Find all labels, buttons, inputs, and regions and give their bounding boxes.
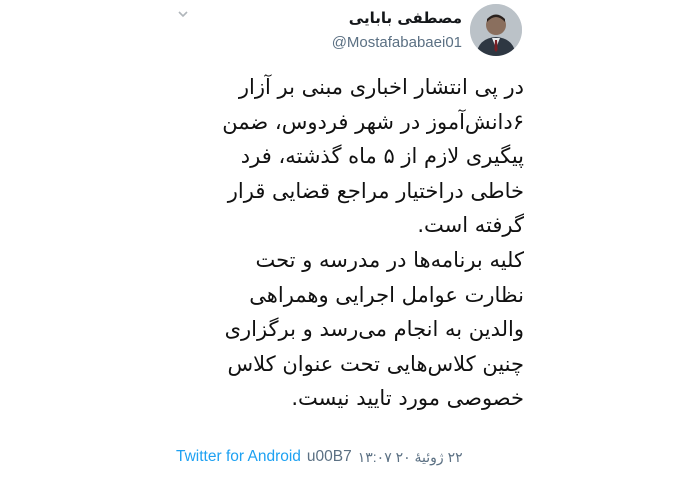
- tweet-source-link[interactable]: Twitter for Android: [176, 448, 301, 466]
- author-handle[interactable]: @Mostafababaei01: [332, 32, 462, 54]
- author-display-name[interactable]: مصطفی بابایی: [332, 8, 462, 28]
- chevron-down-icon-glyph: [178, 11, 188, 18]
- avatar-image: [470, 4, 522, 56]
- tweet-text: در پی انتشار اخباری مبنی بر آزار ۶دانش‌آ…: [222, 75, 524, 411]
- chevron-down-icon[interactable]: [176, 8, 190, 22]
- tweet-meta: Twitter for Android u00B7 ۲۲ ژوئیهٔ ۲۰ ۱…: [176, 448, 524, 466]
- avatar[interactable]: [470, 4, 522, 56]
- author-names: مصطفی بابایی @Mostafababaei01: [332, 8, 462, 54]
- tweet-card: مصطفی بابایی @Mostafababaei01 در پی انتش…: [170, 0, 524, 494]
- tweet-separator-code: u00B7: [306, 448, 352, 465]
- tweet-timestamp[interactable]: ۲۲ ژوئیهٔ ۲۰ ۱۳:۰۷: [358, 449, 463, 466]
- tweet-header: مصطفی بابایی @Mostafababaei01: [332, 0, 522, 56]
